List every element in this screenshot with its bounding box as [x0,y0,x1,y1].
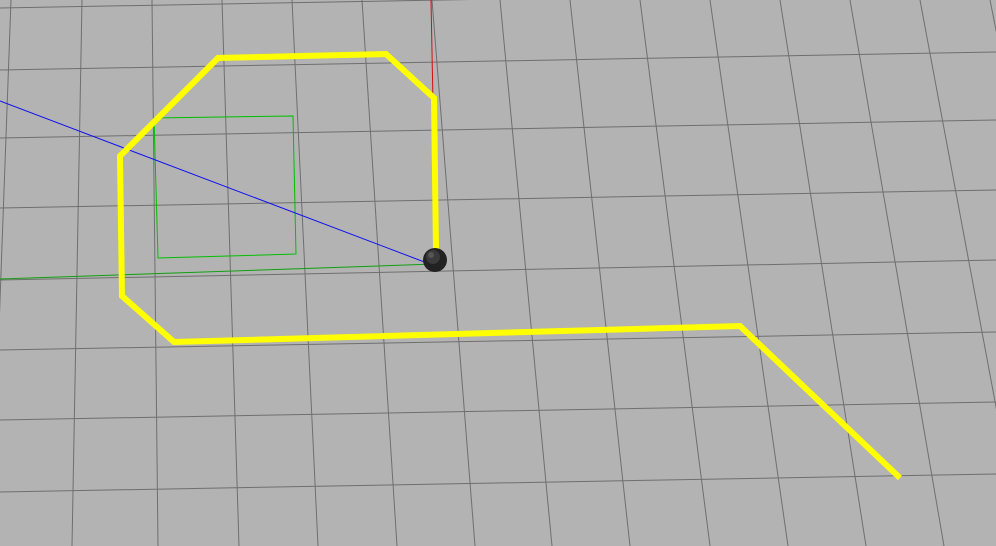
viewport-background [0,0,996,546]
robot-highlight [428,252,434,258]
scene-canvas[interactable] [0,0,996,546]
3d-viewport[interactable] [0,0,996,546]
robot-icon[interactable] [423,248,447,272]
